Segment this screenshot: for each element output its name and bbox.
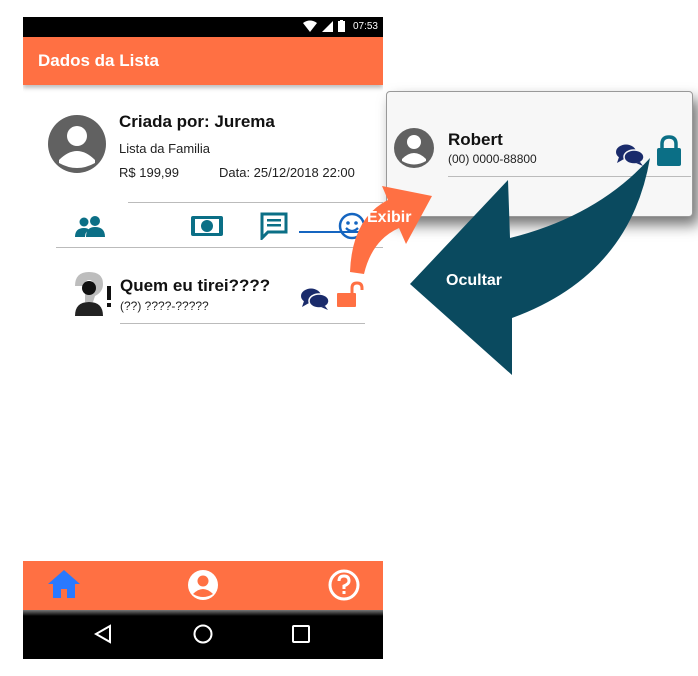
list-name: Lista da Familia: [119, 141, 211, 156]
lock-icon[interactable]: [655, 135, 683, 167]
battery-icon: [338, 20, 345, 32]
help-icon[interactable]: [328, 569, 360, 601]
creator-avatar-icon: [48, 115, 106, 173]
chat-icon[interactable]: [300, 287, 330, 311]
list-price: R$ 199,99: [119, 165, 179, 180]
profile-icon[interactable]: [187, 569, 219, 601]
money-icon: [191, 216, 223, 236]
recents-icon[interactable]: [291, 624, 311, 644]
mystery-person-icon: [75, 272, 111, 316]
status-bar: 07:53: [23, 17, 383, 37]
back-icon[interactable]: [93, 624, 113, 644]
unlock-icon[interactable]: [335, 281, 365, 309]
tab-bar: [56, 207, 383, 247]
app-bar: Dados da Lista: [23, 37, 383, 85]
tab-messages[interactable]: [244, 207, 304, 245]
signal-icon: [322, 20, 333, 32]
revealed-name: Robert: [448, 130, 503, 149]
status-time: 07:53: [352, 21, 378, 32]
divider: [120, 323, 365, 324]
list-date: Data: 25/12/2018 22:00: [219, 165, 355, 180]
system-nav-bar: [23, 610, 383, 659]
robert-avatar-icon: [394, 128, 434, 168]
mystery-name: Quem eu tirei????: [120, 276, 271, 295]
divider: [128, 202, 383, 203]
chat-icon[interactable]: [615, 143, 645, 167]
selected-tab-indicator: [299, 231, 373, 233]
divider: [56, 247, 383, 248]
bottom-nav: [23, 561, 383, 610]
home-system-icon[interactable]: [193, 624, 213, 644]
hide-label: Ocultar: [446, 272, 503, 289]
message-icon: [260, 212, 288, 240]
wifi-icon: [303, 20, 317, 32]
creator-name: Criada por: Jurema: [119, 112, 275, 131]
home-icon[interactable]: [47, 569, 81, 599]
page-title: Dados da Lista: [38, 51, 159, 70]
show-label: Exibir: [367, 209, 412, 226]
mystery-phone: (??) ????-?????: [120, 299, 209, 313]
revealed-phone: (00) 0000-88800: [448, 152, 537, 166]
people-icon: [75, 216, 105, 237]
revealed-card: Robert (00) 0000-88800: [386, 91, 693, 217]
phone-screen: 07:53 Dados da Lista Criada por: Jurema …: [23, 17, 383, 659]
tab-participants[interactable]: [60, 207, 120, 245]
tab-money[interactable]: [177, 207, 237, 245]
divider: [448, 176, 691, 177]
smiley-icon: [338, 212, 366, 240]
